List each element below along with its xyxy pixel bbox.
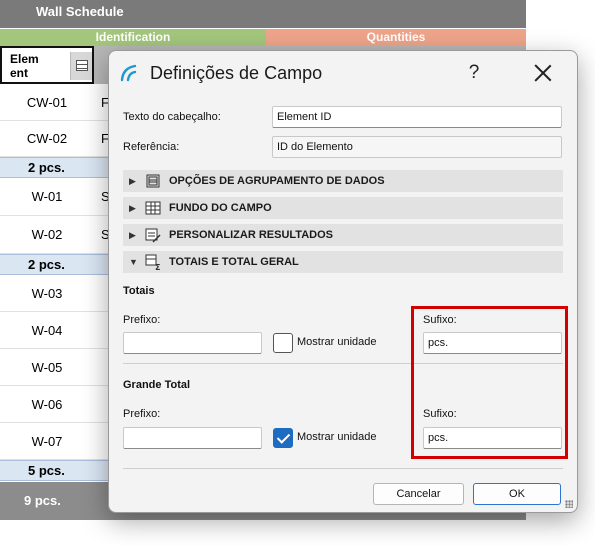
row-id: W-03	[31, 286, 63, 301]
schedule-title: Wall Schedule	[0, 0, 526, 28]
svg-text:Σ: Σ	[155, 263, 160, 270]
totals-prefix-input[interactable]	[123, 332, 262, 354]
chevron-right-icon: ▶	[129, 176, 136, 186]
subtotal-text: 2 pcs.	[28, 160, 65, 175]
subtotal-text: 5 pcs.	[28, 463, 65, 478]
dialog-title: Definições de Campo	[150, 63, 323, 83]
grand-total-prefix-label: Prefixo:	[123, 408, 161, 420]
field-settings-dialog: Definições de Campo ? Texto do cabeçalho…	[108, 50, 578, 513]
grand-total-show-unit-label: Mostrar unidade	[297, 431, 377, 443]
section-totals[interactable]: ▼ Σ TOTAIS E TOTAL GERAL	[123, 251, 563, 273]
row-id: W-06	[31, 397, 63, 412]
row-id: W-02	[31, 227, 63, 242]
section-field-background[interactable]: ▶ FUNDO DO CAMPO	[123, 197, 563, 219]
subtotal-text: 2 pcs.	[28, 257, 65, 272]
chevron-down-icon: ▼	[129, 257, 138, 267]
dialog-titlebar[interactable]: Definições de Campo ?	[109, 51, 577, 95]
section-grouping-options[interactable]: ▶ OPÇÕES DE AGRUPAMENTO DE DADOS	[123, 170, 563, 192]
totals-show-unit-checkbox[interactable]	[273, 333, 293, 353]
grand-total-text: 9 pcs.	[24, 493, 61, 508]
grand-total-show-unit-checkbox[interactable]	[273, 428, 293, 448]
section-label: OPÇÕES DE AGRUPAMENTO DE DADOS	[169, 175, 385, 187]
reference-label: Referência:	[123, 141, 180, 153]
element-column-header[interactable]: Elem ent	[0, 46, 94, 84]
grouping-icon	[146, 174, 160, 188]
row-id: CW-02	[26, 131, 68, 146]
quantities-band: Quantities	[266, 29, 526, 46]
row-id: W-04	[31, 323, 63, 338]
section-label: TOTAIS E TOTAL GERAL	[169, 256, 299, 268]
element-header-label: Elem ent	[10, 52, 39, 80]
archicad-app-icon	[120, 64, 137, 82]
cancel-button[interactable]: Cancelar	[373, 483, 464, 505]
row-id: W-07	[31, 434, 63, 449]
row-id: W-05	[31, 360, 63, 375]
totals-prefix-label: Prefixo:	[123, 314, 161, 326]
field-settings-icon[interactable]	[70, 52, 92, 80]
close-icon[interactable]	[529, 59, 557, 87]
grand-total-prefix-input[interactable]	[123, 427, 262, 449]
ok-button[interactable]: OK	[473, 483, 561, 505]
divider	[123, 468, 563, 469]
section-customize-results[interactable]: ▶ PERSONALIZAR RESULTADOS	[123, 224, 563, 246]
help-button[interactable]: ?	[461, 59, 487, 87]
grid-icon	[145, 201, 161, 215]
resize-grip[interactable]	[565, 500, 573, 508]
section-label: PERSONALIZAR RESULTADOS	[169, 229, 333, 241]
header-text-input[interactable]: Element ID	[272, 106, 562, 128]
header-text-label: Texto do cabeçalho:	[123, 111, 221, 123]
section-label: FUNDO DO CAMPO	[169, 202, 272, 214]
totals-show-unit-label: Mostrar unidade	[297, 336, 377, 348]
customize-icon	[145, 228, 161, 243]
chevron-right-icon: ▶	[129, 230, 136, 240]
grand-total-title: Grande Total	[123, 379, 191, 391]
identification-band: Identification	[0, 29, 266, 46]
row-id: W-01	[31, 189, 63, 204]
reference-field: ID do Elemento	[272, 136, 562, 158]
totals-title: Totais	[123, 285, 155, 297]
row-id: CW-01	[26, 95, 68, 110]
chevron-right-icon: ▶	[129, 203, 136, 213]
suffix-highlight-box	[411, 306, 568, 459]
sum-icon: Σ	[145, 254, 160, 270]
